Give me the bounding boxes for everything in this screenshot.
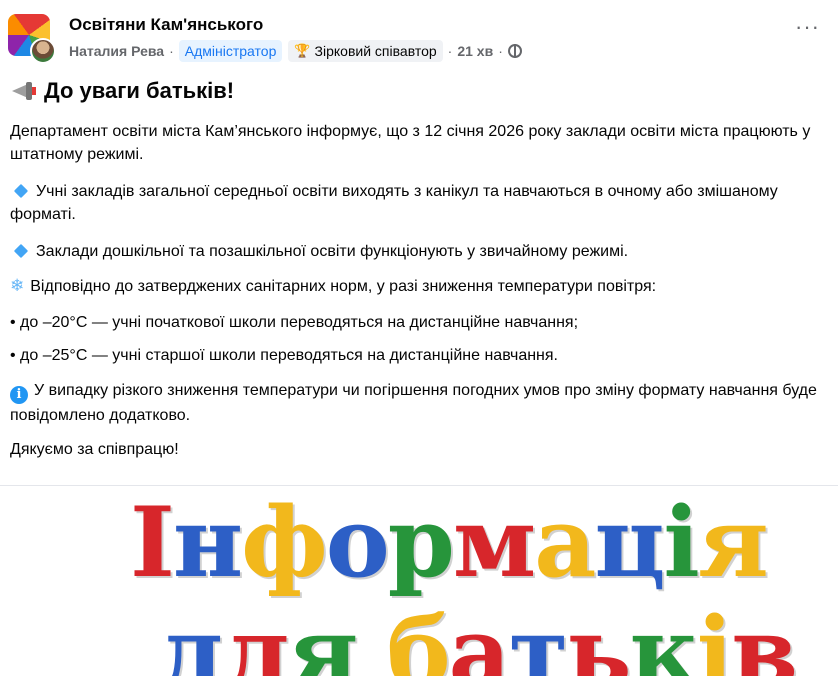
post-paragraph-1: Департамент освіти міста Кам’янського ін… — [10, 123, 811, 163]
post-paragraph-7: iУ випадку різкого зниження температури … — [10, 379, 828, 427]
image-letter: а — [534, 486, 596, 599]
image-letter: і — [696, 596, 733, 676]
post-paragraph-2: Учні закладів загальної середньої освіти… — [10, 180, 828, 226]
meta-separator: · — [447, 43, 453, 59]
image-letter: ф — [241, 486, 328, 599]
post-title-text: До уваги батьків! — [44, 78, 235, 103]
post-meta: Наталия Рева · Адміністратор 🏆 Зірковий … — [69, 40, 522, 62]
meta-separator: · — [169, 43, 174, 59]
paragraph-3-text: Заклади дошкільної та позашкільної освіт… — [36, 243, 629, 260]
image-letter: а — [448, 596, 511, 676]
post-paragraph-3: Заклади дошкільної та позашкільної освіт… — [10, 240, 828, 263]
blue-diamond-icon — [13, 184, 29, 199]
image-letter: ц — [594, 486, 666, 599]
image-letter: б — [386, 596, 451, 676]
star-contributor-badge[interactable]: 🏆 Зірковий співавтор — [288, 40, 443, 62]
post-time-link[interactable]: 21 хв — [457, 43, 493, 59]
image-letter: д — [160, 596, 224, 676]
image-letter: о — [325, 486, 390, 599]
blue-diamond-icon — [13, 244, 29, 259]
globe-icon[interactable] — [507, 44, 522, 58]
trophy-icon: 🏆 — [294, 43, 311, 58]
image-text-line-1: Інформація — [130, 486, 769, 599]
image-letter: І — [130, 486, 175, 599]
group-avatar[interactable] — [8, 14, 56, 64]
meta-separator: · — [498, 43, 503, 59]
image-letter: я — [697, 486, 769, 599]
image-letter: я — [287, 596, 359, 676]
image-letter: і — [663, 486, 699, 599]
post-paragraph-8: Дякуємо за співпрацю! — [10, 441, 179, 458]
post-header: Освітяни Кам'янського Наталия Рева · Адм… — [8, 10, 830, 64]
paragraph-4-text: Відповідно до затверджених санітарних но… — [30, 278, 657, 295]
post-image[interactable]: Інформація для батьків — [0, 486, 838, 676]
megaphone-icon — [10, 81, 36, 101]
more-options-icon[interactable]: ··· — [795, 16, 820, 38]
image-letter: в — [731, 596, 798, 676]
image-letter: р — [387, 486, 455, 599]
image-letter: н — [172, 486, 243, 599]
image-letter: м — [452, 486, 536, 599]
info-icon: i — [10, 386, 28, 404]
post-paragraph-4: ❄ Відповідно до затверджених санітарних н… — [10, 274, 828, 298]
author-avatar[interactable] — [30, 38, 56, 64]
post-paragraph-6: • до –25°C — учні старшої школи переводя… — [10, 347, 558, 364]
star-badge-label: Зірковий співавтор — [314, 43, 437, 59]
post-paragraph-5: • до –20°C — учні початкової школи перев… — [10, 314, 579, 331]
image-letter: к — [629, 596, 698, 676]
author-name-link[interactable]: Наталия Рева — [69, 43, 164, 59]
image-letter: ь — [566, 596, 631, 676]
post-title: До уваги батьків! — [10, 78, 234, 104]
image-letter: л — [221, 596, 290, 676]
paragraph-7-text: У випадку різкого зниження температури ч… — [10, 382, 817, 424]
admin-badge-label: Адміністратор — [184, 43, 277, 59]
paragraph-2-text: Учні закладів загальної середньої освіти… — [10, 183, 778, 223]
image-letter: т — [508, 596, 569, 676]
admin-badge[interactable]: Адміністратор — [178, 40, 283, 62]
group-name-link[interactable]: Освітяни Кам'янського — [69, 15, 263, 35]
image-text-line-2: для батьків — [160, 596, 798, 676]
snowflake-icon: ❄ — [10, 276, 25, 295]
